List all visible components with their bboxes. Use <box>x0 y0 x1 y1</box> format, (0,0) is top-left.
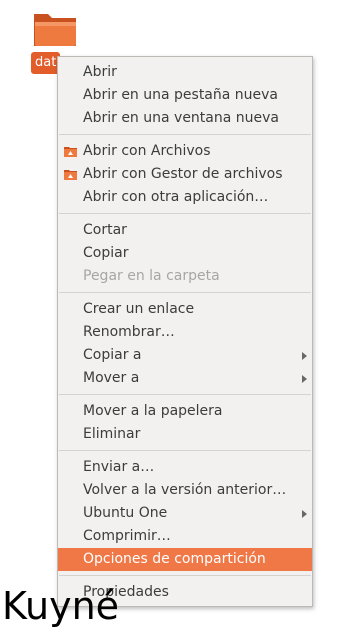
menu-item-enviar-a[interactable]: Enviar a… <box>58 456 312 479</box>
menu-item-label: Abrir con Archivos <box>83 143 211 159</box>
submenu-arrow-icon <box>302 352 307 360</box>
menu-item-copiar[interactable]: Copiar <box>58 242 312 265</box>
menu-item-crear-enlace[interactable]: Crear un enlace <box>58 298 312 321</box>
menu-separator <box>59 134 311 135</box>
menu-item-mover-a[interactable]: Mover a <box>58 367 312 390</box>
menu-item-abrir-archivos[interactable]: Abrir con Archivos <box>58 140 312 163</box>
menu-item-mover-papelera[interactable]: Mover a la papelera <box>58 400 312 423</box>
menu-item-label: Mover a <box>83 370 140 386</box>
menu-item-label: Copiar a <box>83 347 142 363</box>
folder-label[interactable]: dat <box>31 52 61 74</box>
menu-item-abrir-pestana[interactable]: Abrir en una pestaña nueva <box>58 84 312 107</box>
menu-item-eliminar[interactable]: Eliminar <box>58 423 312 446</box>
menu-item-abrir-gestor[interactable]: Abrir con Gestor de archivos <box>58 163 312 186</box>
menu-item-label: Ubuntu One <box>83 505 168 521</box>
menu-item-label: Abrir con Gestor de archivos <box>83 166 283 182</box>
menu-separator <box>59 292 311 293</box>
menu-item-comprimir[interactable]: Comprimir… <box>58 525 312 548</box>
menu-item-pegar[interactable]: Pegar en la carpeta <box>58 265 312 288</box>
menu-separator <box>59 213 311 214</box>
submenu-arrow-icon <box>302 375 307 383</box>
file-manager-icon <box>64 170 77 180</box>
menu-item-abrir-ventana[interactable]: Abrir en una ventana nueva <box>58 107 312 130</box>
menu-separator <box>59 575 311 576</box>
menu-item-copiar-a[interactable]: Copiar a <box>58 344 312 367</box>
menu-item-renombrar[interactable]: Renombrar… <box>58 321 312 344</box>
menu-item-volver-version[interactable]: Volver a la versión anterior… <box>58 479 312 502</box>
watermark-text: Kuyné <box>2 584 120 628</box>
menu-item-ubuntu-one[interactable]: Ubuntu One <box>58 502 312 525</box>
menu-item-opciones-comparticion[interactable]: Opciones de compartición <box>58 548 312 571</box>
menu-separator <box>59 450 311 451</box>
menu-separator <box>59 394 311 395</box>
folder-icon <box>34 14 76 46</box>
menu-item-cortar[interactable]: Cortar <box>58 219 312 242</box>
menu-item-abrir-otra[interactable]: Abrir con otra aplicación… <box>58 186 312 209</box>
file-manager-icon <box>64 147 77 157</box>
context-menu: Abrir Abrir en una pestaña nueva Abrir e… <box>57 56 313 607</box>
submenu-arrow-icon <box>302 510 307 518</box>
menu-item-abrir[interactable]: Abrir <box>58 61 312 84</box>
